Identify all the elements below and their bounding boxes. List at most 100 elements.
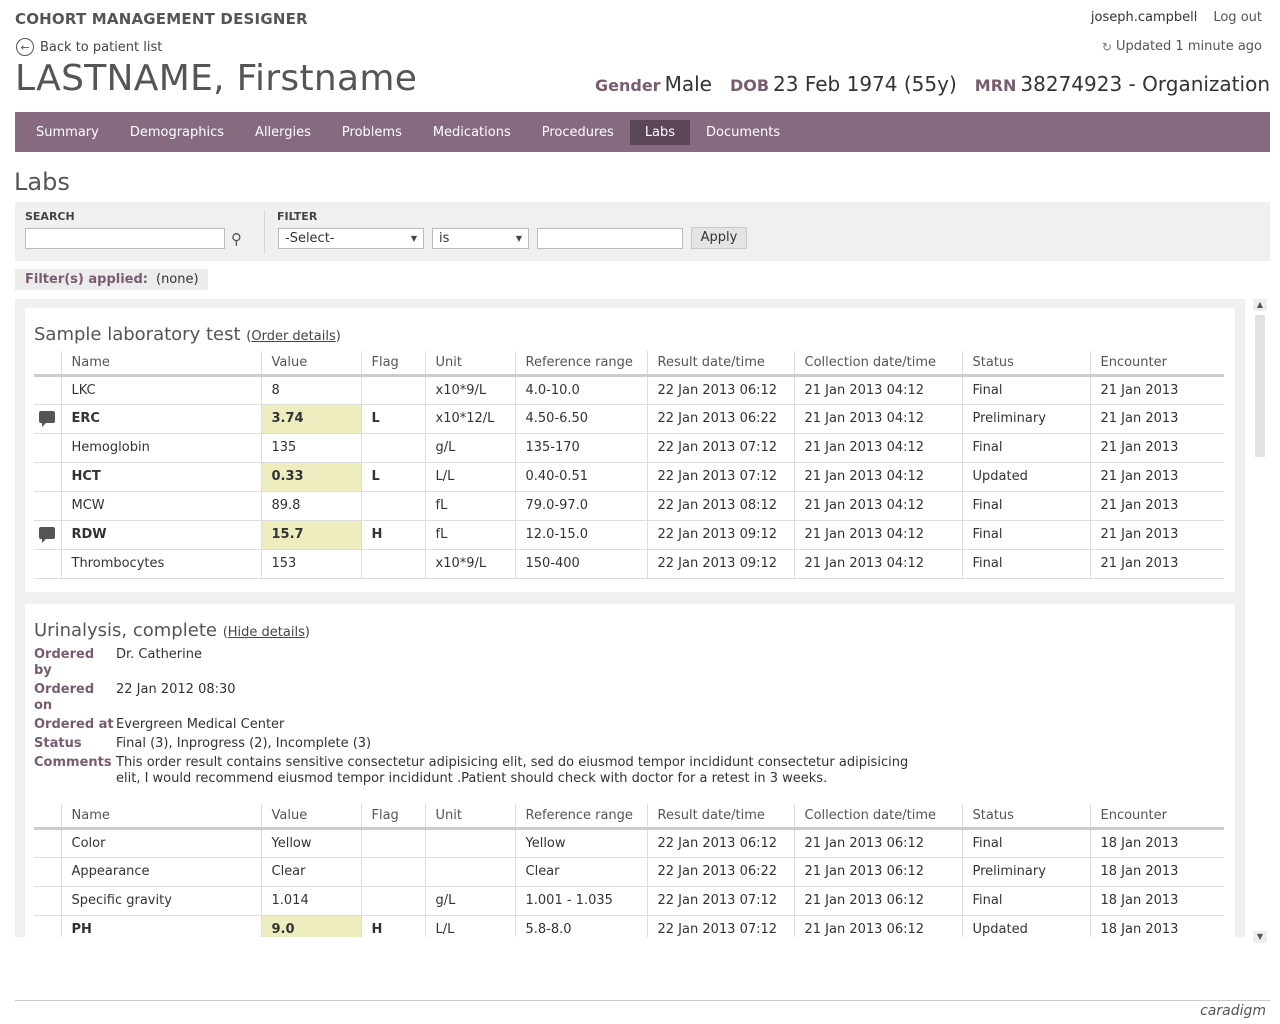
result-status: Updated — [961, 915, 1090, 937]
column-header[interactable]: Reference range — [514, 351, 647, 377]
reference-range: 1.001 - 1.035 — [514, 886, 647, 916]
back-to-patient-list-link[interactable]: ← Back to patient list — [16, 38, 162, 56]
table-row[interactable]: PH 9.0 H L/L 5.8-8.0 22 Jan 2013 07:12 21 Jan … — [34, 915, 1224, 937]
result-unit: L/L — [424, 462, 515, 492]
search-icon[interactable]: ⚲ — [231, 230, 242, 248]
reference-range: 150-400 — [514, 549, 647, 579]
filter-operator-selected: is — [439, 231, 450, 246]
lab-results-table: Name Value Flag Unit Reference range Result d… — [34, 804, 1224, 937]
order-name: Sample laboratory test — [34, 324, 241, 345]
reference-range: 4.0-10.0 — [514, 375, 647, 405]
tab-documents[interactable]: Documents — [691, 120, 795, 145]
column-header[interactable]: Collection date/time — [793, 351, 962, 377]
result-datetime: 22 Jan 2013 07:12 — [646, 433, 794, 463]
gender-value: Male — [664, 72, 712, 96]
table-row[interactable]: LKC 8 x10*9/L 4.0-10.0 22 Jan 2013 06:12 21 J… — [34, 375, 1224, 405]
result-name: MCW — [60, 491, 261, 521]
table-row[interactable]: RDW 15.7 HfL 12.0-15.0 22 Jan 2013 09:12 21 J… — [34, 520, 1224, 550]
footer-divider — [15, 1000, 1270, 1001]
filter-value-input[interactable] — [537, 228, 683, 249]
search-input[interactable] — [25, 228, 225, 249]
hide-details-link[interactable]: Hide details — [228, 625, 305, 640]
scroll-down-icon[interactable]: ▼ — [1253, 931, 1267, 943]
result-flag — [360, 375, 425, 405]
column-header[interactable]: Encounter — [1089, 804, 1224, 830]
result-name: RDW — [60, 520, 261, 550]
tab-demographics[interactable]: Demographics — [115, 120, 239, 145]
result-flag — [360, 857, 425, 887]
table-row[interactable]: Specific gravity 1.014 g/L 1.001 - 1.035 22 … — [34, 886, 1224, 916]
filter-operator-select[interactable]: is ▼ — [432, 228, 529, 249]
column-header[interactable]: Status — [961, 804, 1090, 830]
result-flag: L — [360, 404, 425, 434]
encounter-date: 21 Jan 2013 — [1089, 520, 1224, 550]
apply-button[interactable]: Apply — [691, 227, 747, 249]
table-row[interactable]: MCW 89.8 fL 79.0-97.0 22 Jan 2013 08:12 21 Ja… — [34, 491, 1224, 521]
results-scrollbar[interactable]: ▲ ▼ — [1253, 299, 1267, 943]
comment-cell — [34, 491, 61, 521]
column-header[interactable]: Value — [260, 804, 361, 830]
chevron-down-icon: ▼ — [515, 234, 522, 243]
column-header[interactable]: Flag — [360, 804, 425, 830]
table-row[interactable]: Hemoglobin 135 g/L 135-170 22 Jan 2013 07:12… — [34, 433, 1224, 463]
result-value: 3.74 — [260, 404, 361, 434]
result-status: Final — [961, 433, 1090, 463]
result-flag — [360, 828, 425, 858]
column-header[interactable]: Name — [60, 804, 261, 830]
tab-allergies[interactable]: Allergies — [240, 120, 326, 145]
column-header[interactable]: Value — [260, 351, 361, 377]
order-detail-row: Status Final (3), Inprogress (2), Incompl… — [34, 736, 934, 752]
mrn-value: 38274923 - Organization — [1020, 72, 1270, 96]
patient-meta: Gender Male DOB 23 Feb 1974 (55y) MRN 38274… — [595, 72, 1270, 96]
column-header[interactable]: Status — [961, 351, 1090, 377]
mrn-info: MRN 38274923 - Organization — [975, 72, 1270, 96]
column-header[interactable]: Collection date/time — [793, 804, 962, 830]
column-header[interactable]: Flag — [360, 351, 425, 377]
table-row[interactable]: HCT 0.33 L L/L 0.40-0.51 22 Jan 2013 07:12 21 … — [34, 462, 1224, 492]
table-row[interactable]: Color Yellow Yellow 22 Jan 2013 06:12 21 Jan… — [34, 828, 1224, 858]
comment-cell — [34, 828, 61, 858]
comment-column-header — [34, 351, 61, 377]
table-row[interactable]: Thrombocytes 153 x10*9/L 150-400 22 Jan 2013… — [34, 549, 1224, 579]
comment-icon[interactable] — [39, 410, 56, 427]
filters-applied-value: (none) — [156, 272, 199, 287]
tab-procedures[interactable]: Procedures — [527, 120, 629, 145]
column-header[interactable]: Result date/time — [646, 351, 794, 377]
tab-problems[interactable]: Problems — [327, 120, 417, 145]
logout-link[interactable]: Log out — [1213, 10, 1262, 25]
scroll-up-icon[interactable]: ▲ — [1253, 299, 1267, 311]
result-unit: x10*12/L — [424, 404, 515, 434]
column-header[interactable]: Encounter — [1089, 351, 1224, 377]
comment-icon[interactable] — [39, 526, 56, 543]
reference-range: 4.50-6.50 — [514, 404, 647, 434]
result-unit — [424, 828, 515, 858]
lab-order-card: Urinalysis, complete (Hide details) Orde… — [25, 604, 1235, 937]
scroll-thumb[interactable] — [1255, 315, 1265, 457]
filters-applied-label: Filter(s) applied: — [25, 272, 148, 287]
comment-cell — [34, 549, 61, 579]
patient-name: LASTNAME, Firstname — [15, 58, 418, 99]
table-row[interactable]: ERC 3.74 Lx10*12/L 4.50-6.50 22 Jan 2013 06:… — [34, 404, 1224, 434]
table-row[interactable]: Appearance Clear Clear 22 Jan 2013 06:22 21 … — [34, 857, 1224, 887]
collection-datetime: 21 Jan 2013 04:12 — [793, 404, 962, 434]
encounter-date: 21 Jan 2013 — [1089, 491, 1224, 521]
reference-range: Clear — [514, 857, 647, 887]
order-detail-label: Ordered on — [34, 682, 95, 713]
order-detail-value: Dr. Catherine — [116, 647, 202, 662]
column-header[interactable]: Name — [60, 351, 261, 377]
username[interactable]: joseph.campbell — [1091, 10, 1197, 25]
tab-summary[interactable]: Summary — [21, 120, 114, 145]
column-header[interactable]: Result date/time — [646, 804, 794, 830]
result-datetime: 22 Jan 2013 07:12 — [646, 462, 794, 492]
result-flag: H — [360, 520, 425, 550]
refresh-icon[interactable]: ↻ — [1102, 40, 1112, 54]
filter-field-select[interactable]: -Select- ▼ — [278, 228, 424, 249]
column-header[interactable]: Unit — [424, 804, 515, 830]
tab-medications[interactable]: Medications — [418, 120, 526, 145]
column-header[interactable]: Reference range — [514, 804, 647, 830]
tab-labs[interactable]: Labs — [629, 119, 691, 145]
result-flag: H — [360, 915, 425, 937]
order-details-link[interactable]: Order details — [251, 329, 335, 344]
column-header[interactable]: Unit — [424, 351, 515, 377]
order-detail-row: Ordered on 22 Jan 2012 08:30 — [34, 682, 934, 714]
